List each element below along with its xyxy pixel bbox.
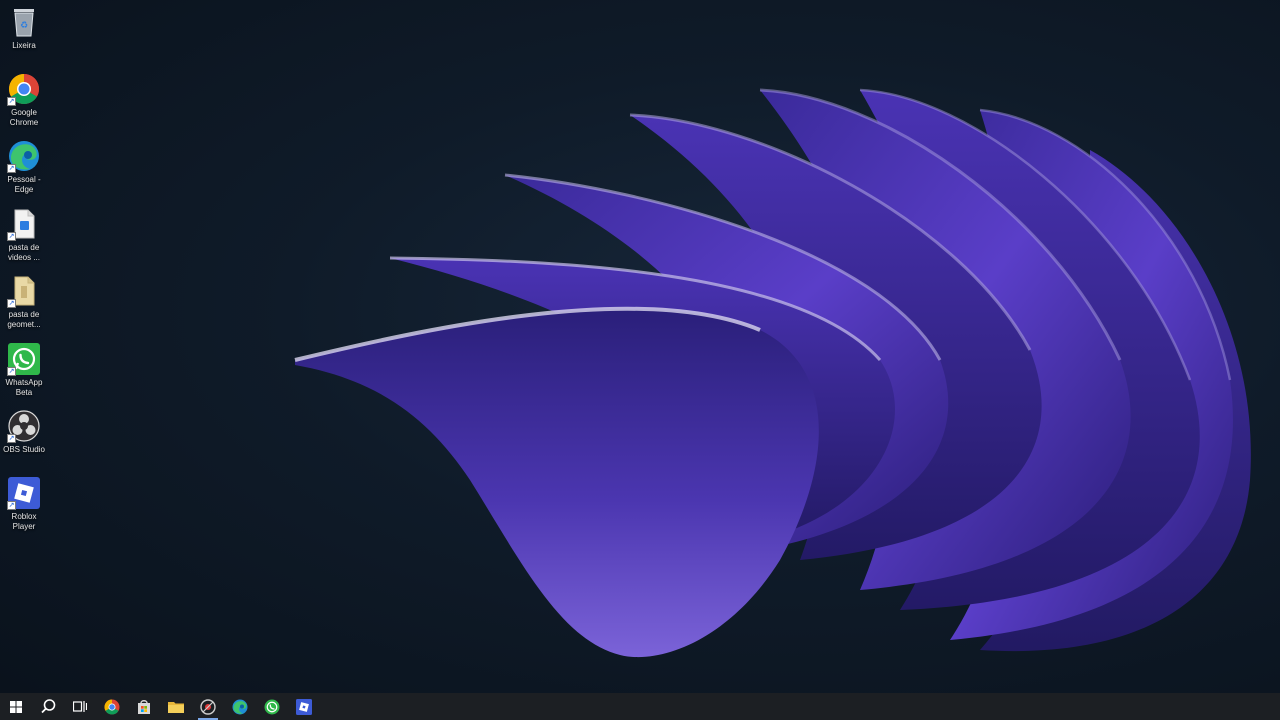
taskbar-whatsapp[interactable] [256, 693, 288, 720]
recycle-bin-icon: ♻ [7, 5, 41, 39]
wallpaper-bloom [294, 88, 1251, 658]
windows-start-icon [10, 700, 22, 713]
taskbar-snipping-tool[interactable] [192, 693, 224, 720]
desktop-icon-label: Roblox Player [11, 512, 37, 531]
desktop-icon-label: Google Chrome [9, 108, 39, 127]
whatsapp-icon: ↗ [7, 342, 41, 376]
chrome-icon: ↗ [7, 72, 41, 106]
edge-icon [232, 699, 248, 714]
task-view-icon [73, 701, 87, 712]
chrome-icon [104, 699, 120, 715]
shortcut-arrow-icon: ↗ [7, 299, 16, 308]
taskbar-file-explorer[interactable] [160, 693, 192, 720]
search-icon [40, 699, 55, 714]
desktop-icon-edge[interactable]: ↗ Pessoal - Edge [0, 139, 48, 195]
file-icon: ↗ [7, 207, 41, 241]
snipping-tool-icon [200, 698, 216, 715]
desktop-icon-label: pasta de geomet... [7, 310, 41, 329]
search-button[interactable] [32, 693, 64, 720]
taskbar [0, 693, 1280, 720]
desktop-icon-label: Pessoal - Edge [7, 175, 41, 194]
desktop-icon-recycle-bin[interactable]: ♻ Lixeira [0, 5, 48, 51]
store-icon [138, 699, 150, 714]
desktop-icon-geometry-folder[interactable]: ↗ pasta de geomet... [0, 274, 48, 330]
desktop-icon-label: OBS Studio [3, 445, 45, 454]
shortcut-arrow-icon: ↗ [7, 501, 16, 510]
taskbar-store[interactable] [128, 693, 160, 720]
task-view-button[interactable] [64, 693, 96, 720]
desktop-icon-whatsapp[interactable]: ↗ WhatsApp Beta [0, 342, 48, 398]
desktop[interactable]: ♻ Lixeira ↗ Google Chrome ↗ Pessoal - Ed… [0, 0, 1280, 693]
shortcut-arrow-icon: ↗ [7, 164, 16, 173]
desktop-icon-label: WhatsApp Beta [5, 378, 43, 397]
taskbar-edge[interactable] [224, 693, 256, 720]
roblox-icon [296, 698, 312, 715]
obs-icon: ↗ [7, 409, 41, 443]
taskbar-roblox[interactable] [288, 693, 320, 720]
edge-icon: ↗ [7, 139, 41, 173]
folder-icon: ↗ [7, 274, 41, 308]
shortcut-arrow-icon: ↗ [7, 97, 16, 106]
start-button[interactable] [0, 693, 32, 720]
desktop-icon-roblox[interactable]: ↗ Roblox Player [0, 476, 48, 532]
taskbar-chrome[interactable] [96, 693, 128, 720]
desktop-icon-chrome[interactable]: ↗ Google Chrome [0, 72, 48, 128]
svg-text:♻: ♻ [20, 21, 28, 31]
shortcut-arrow-icon: ↗ [7, 367, 16, 376]
shortcut-arrow-icon: ↗ [7, 434, 16, 443]
desktop-icon-videos-file[interactable]: ↗ pasta de videos ... [0, 207, 48, 263]
desktop-icon-obs[interactable]: ↗ OBS Studio [0, 409, 48, 455]
desktop-icon-label: Lixeira [12, 41, 36, 50]
whatsapp-icon [264, 699, 280, 714]
shortcut-arrow-icon: ↗ [7, 232, 16, 241]
file-explorer-icon [168, 701, 184, 713]
roblox-icon: ↗ [7, 476, 41, 510]
desktop-icon-label: pasta de videos ... [7, 243, 40, 262]
